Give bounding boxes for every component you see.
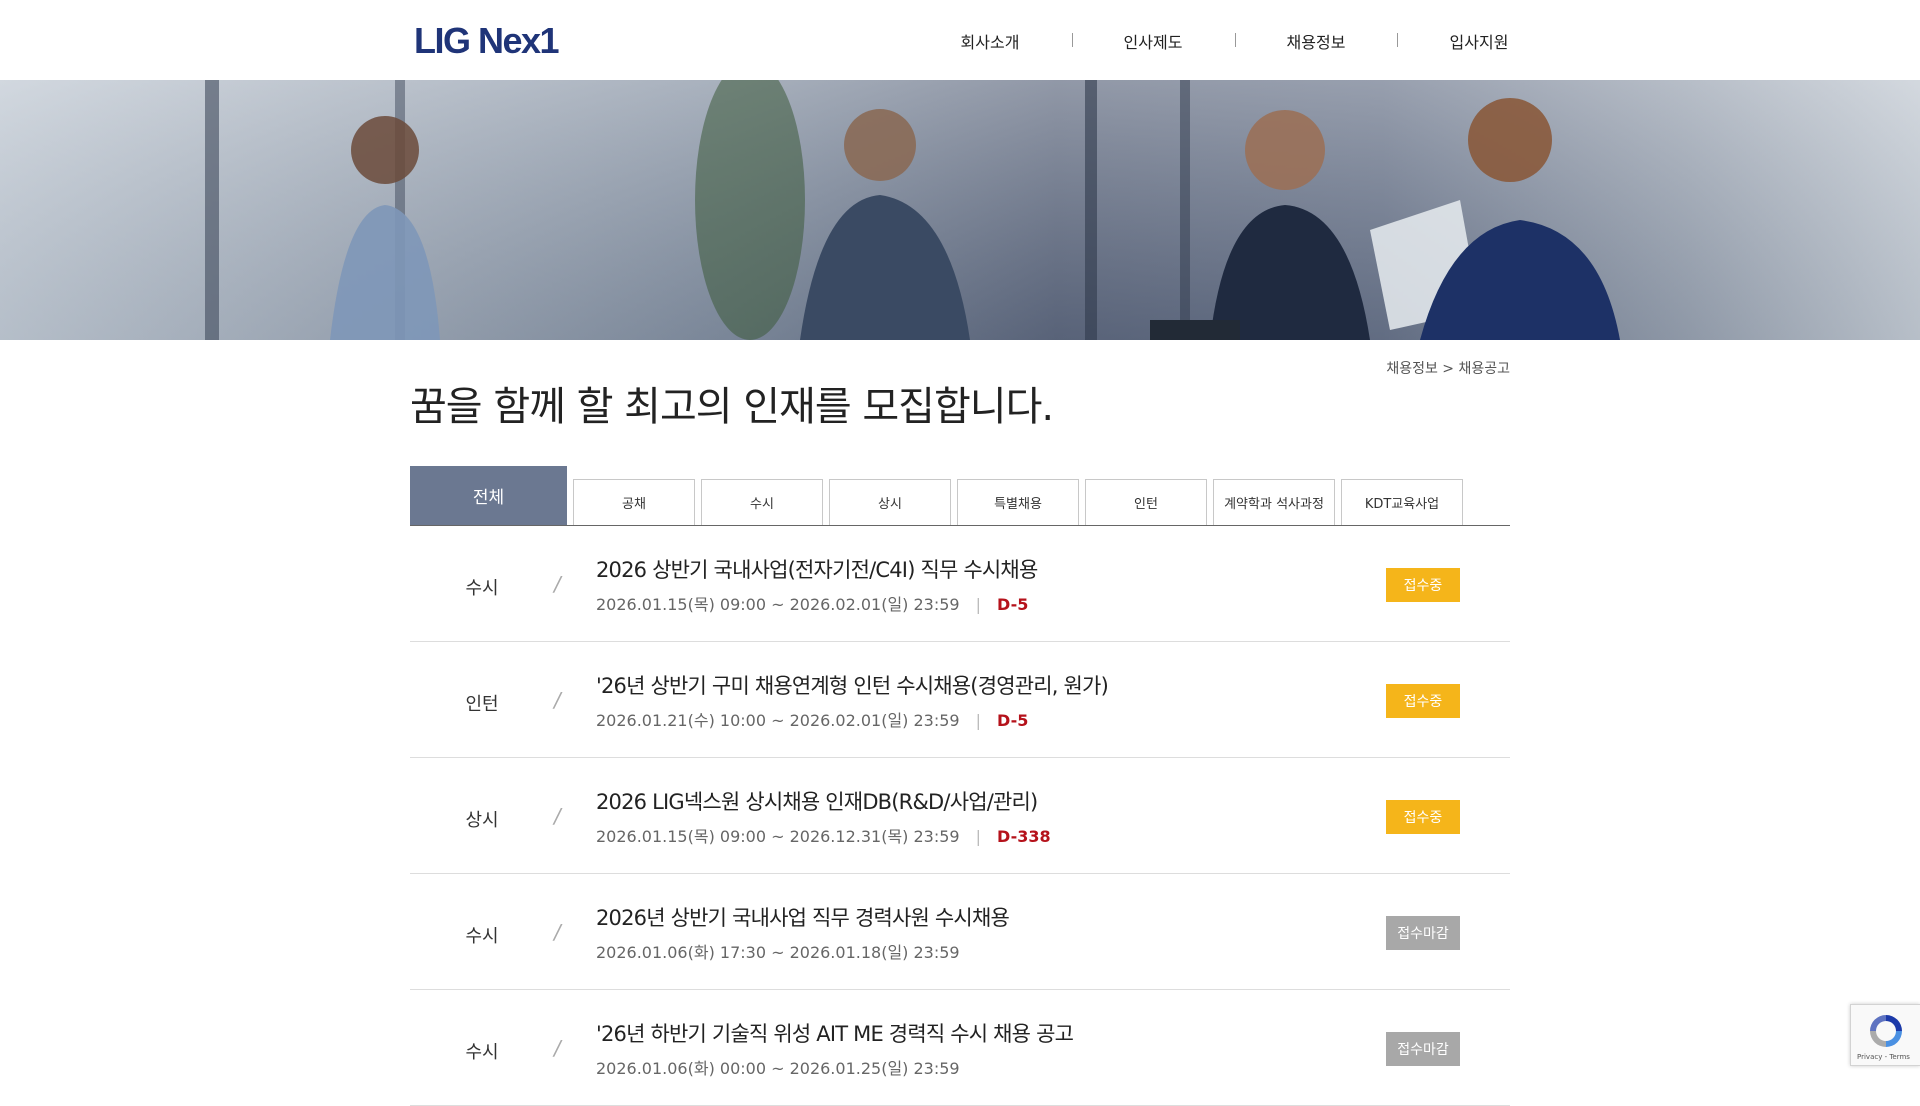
posting-row[interactable]: 수시 / 2026년 상반기 국내사업 직무 경력사원 수시채용 2026.01… — [410, 874, 1510, 990]
category-slash: / — [554, 688, 561, 712]
category-tabs: 전체 공채 수시 상시 특별채용 인턴 계약학과 석사과정 KDT교육사업 — [410, 466, 1510, 526]
category-slash: / — [554, 1036, 561, 1060]
posting-meta: 2026.01.21(수) 10:00 ~ 2026.02.01(일) 23:5… — [596, 707, 1028, 731]
status-badge[interactable]: 접수마감 — [1386, 916, 1460, 950]
nav-recruit-info[interactable]: 채용정보 — [1287, 29, 1346, 53]
breadcrumb: 채용정보 > 채용공고 — [1386, 361, 1510, 377]
tab-occasional[interactable]: 수시 — [701, 479, 823, 525]
tab-special-recruit[interactable]: 특별채용 — [957, 479, 1079, 525]
recaptcha-badge[interactable]: Privacy - Terms — [1850, 1004, 1920, 1066]
posting-category: 인턴 — [465, 694, 499, 715]
posting-meta: 2026.01.06(화) 00:00 ~ 2026.01.25(일) 23:5… — [596, 1055, 960, 1079]
posting-dday: D-338 — [997, 827, 1051, 846]
site-header: LIG Nex1 회사소개 인사제도 채용정보 입사지원 — [0, 0, 1920, 80]
posting-meta: 2026.01.15(목) 09:00 ~ 2026.12.31(목) 23:5… — [596, 823, 1051, 847]
tab-always-open[interactable]: 상시 — [829, 479, 951, 525]
posting-period: 2026.01.15(목) 09:00 ~ 2026.12.31(목) 23:5… — [596, 827, 960, 846]
meta-divider: | — [975, 827, 981, 846]
posting-category: 수시 — [465, 926, 499, 947]
meta-divider: | — [975, 711, 981, 730]
posting-row[interactable]: 상시 / 2026 LIG넥스원 상시채용 인재DB(R&D/사업/관리) 20… — [410, 758, 1510, 874]
status-badge[interactable]: 접수중 — [1386, 568, 1460, 602]
posting-period: 2026.01.06(화) 17:30 ~ 2026.01.18(일) 23:5… — [596, 943, 960, 962]
posting-title[interactable]: 2026 LIG넥스원 상시채용 인재DB(R&D/사업/관리) — [596, 786, 1038, 816]
posting-category: 상시 — [465, 810, 499, 831]
posting-dday: D-5 — [997, 595, 1029, 614]
posting-row[interactable]: 수시 / 2026 상반기 국내사업(전자기전/C4I) 직무 수시채용 202… — [410, 526, 1510, 642]
nav-separator — [1397, 33, 1398, 47]
posting-period: 2026.01.06(화) 00:00 ~ 2026.01.25(일) 23:5… — [596, 1059, 960, 1078]
category-slash: / — [554, 920, 561, 944]
posting-period: 2026.01.15(목) 09:00 ~ 2026.02.01(일) 23:5… — [596, 595, 960, 614]
category-slash: / — [554, 804, 561, 828]
posting-list: 수시 / 2026 상반기 국내사업(전자기전/C4I) 직무 수시채용 202… — [410, 526, 1510, 1106]
posting-meta: 2026.01.06(화) 17:30 ~ 2026.01.18(일) 23:5… — [596, 939, 960, 963]
tab-kdt-education[interactable]: KDT교육사업 — [1341, 479, 1463, 525]
nav-separator — [1072, 33, 1073, 47]
posting-row[interactable]: 수시 / '26년 하반기 기술직 위성 AIT ME 경력직 수시 채용 공고… — [410, 990, 1510, 1106]
status-badge[interactable]: 접수중 — [1386, 800, 1460, 834]
main-nav: 회사소개 인사제도 채용정보 입사지원 — [0, 29, 1920, 53]
status-badge[interactable]: 접수중 — [1386, 684, 1460, 718]
posting-category: 수시 — [465, 578, 499, 599]
posting-dday: D-5 — [997, 711, 1029, 730]
posting-title[interactable]: 2026년 상반기 국내사업 직무 경력사원 수시채용 — [596, 902, 1010, 932]
posting-title[interactable]: '26년 하반기 기술직 위성 AIT ME 경력직 수시 채용 공고 — [596, 1018, 1074, 1048]
status-badge[interactable]: 접수마감 — [1386, 1032, 1460, 1066]
posting-meta: 2026.01.15(목) 09:00 ~ 2026.02.01(일) 23:5… — [596, 591, 1028, 615]
nav-apply[interactable]: 입사지원 — [1450, 29, 1509, 53]
posting-title[interactable]: 2026 상반기 국내사업(전자기전/C4I) 직무 수시채용 — [596, 554, 1038, 584]
page-title: 꿈을 함께 할 최고의 인재를 모집합니다. — [410, 384, 1054, 430]
tab-intern[interactable]: 인턴 — [1085, 479, 1207, 525]
hero-banner-image — [0, 80, 1920, 340]
meta-divider: | — [975, 595, 981, 614]
recaptcha-icon — [1870, 1015, 1902, 1047]
posting-title[interactable]: '26년 상반기 구미 채용연계형 인턴 수시채용(경영관리, 원가) — [596, 670, 1109, 700]
nav-separator — [1235, 33, 1236, 47]
tab-all[interactable]: 전체 — [410, 466, 567, 525]
posting-row[interactable]: 인턴 / '26년 상반기 구미 채용연계형 인턴 수시채용(경영관리, 원가)… — [410, 642, 1510, 758]
tab-public-recruit[interactable]: 공채 — [573, 479, 695, 525]
tab-contract-master[interactable]: 계약학과 석사과정 — [1213, 479, 1335, 525]
recaptcha-footer: Privacy - Terms — [1857, 1053, 1910, 1061]
nav-company-intro[interactable]: 회사소개 — [961, 29, 1020, 53]
nav-hr-system[interactable]: 인사제도 — [1124, 29, 1183, 53]
posting-category: 수시 — [465, 1042, 499, 1063]
posting-period: 2026.01.21(수) 10:00 ~ 2026.02.01(일) 23:5… — [596, 711, 960, 730]
category-slash: / — [554, 572, 561, 596]
